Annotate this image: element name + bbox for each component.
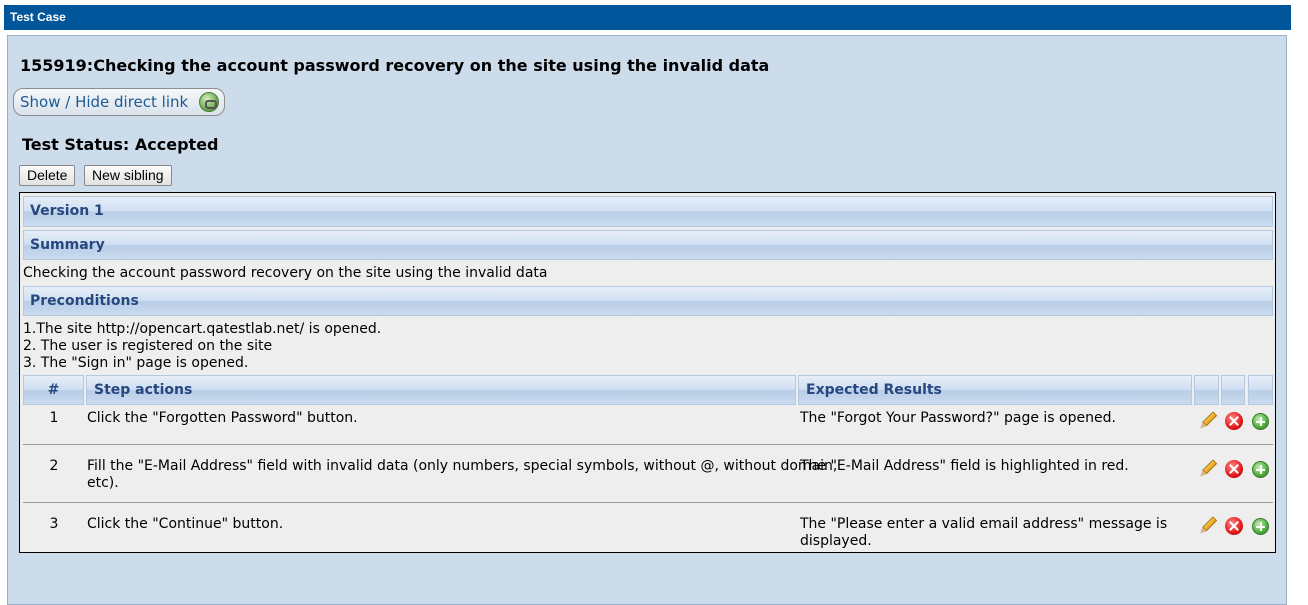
summary-header: Summary bbox=[23, 230, 1273, 260]
step-expected: The "Forgot Your Password?" page is open… bbox=[800, 410, 1116, 426]
step-expected-continued: displayed. bbox=[800, 533, 872, 549]
precondition-line: 3. The "Sign in" page is opened. bbox=[23, 355, 249, 371]
step-action: Click the "Forgotten Password" button. bbox=[87, 410, 358, 426]
window-title-bar: Test Case bbox=[4, 5, 1291, 30]
test-case-title: 155919:Checking the account password rec… bbox=[20, 56, 770, 75]
step-expected: The "Please enter a valid email address"… bbox=[800, 516, 1168, 532]
edit-step-pencil-icon[interactable] bbox=[1192, 454, 1223, 485]
step-action: Fill the "E-Mail Address" field with inv… bbox=[87, 458, 838, 474]
column-header-blank bbox=[1248, 375, 1273, 405]
test-status: Test Status: Accepted bbox=[22, 135, 219, 154]
add-step-icon[interactable] bbox=[1252, 413, 1269, 430]
column-header-blank bbox=[1194, 375, 1219, 405]
edit-step-pencil-icon[interactable] bbox=[1192, 406, 1223, 437]
column-header-step-actions: Step actions bbox=[86, 375, 796, 405]
row-divider bbox=[23, 502, 1273, 503]
summary-text: Checking the account password recovery o… bbox=[23, 265, 548, 281]
column-header-expected-results: Expected Results bbox=[798, 375, 1192, 405]
add-step-icon[interactable] bbox=[1252, 518, 1269, 535]
precondition-line: 2. The user is registered on the site bbox=[23, 338, 273, 354]
scroll-gutter bbox=[1291, 5, 1308, 595]
delete-step-icon[interactable] bbox=[1225, 517, 1243, 535]
edit-step-pencil-icon[interactable] bbox=[1192, 511, 1223, 542]
new-sibling-button[interactable]: New sibling bbox=[84, 165, 172, 186]
step-number: 3 bbox=[49, 516, 59, 532]
step-number: 2 bbox=[49, 458, 59, 474]
delete-button[interactable]: Delete bbox=[19, 165, 76, 186]
row-divider bbox=[23, 444, 1273, 445]
step-action: Click the "Continue" button. bbox=[87, 516, 284, 532]
delete-step-icon[interactable] bbox=[1225, 460, 1243, 478]
preconditions-header: Preconditions bbox=[23, 286, 1273, 316]
add-step-icon[interactable] bbox=[1252, 461, 1269, 478]
window-title: Test Case bbox=[10, 10, 66, 24]
show-hide-direct-link-button[interactable]: Show / Hide direct link bbox=[13, 88, 225, 116]
step-action-continued: etc). bbox=[87, 475, 119, 491]
test-case-details: Version 1 Summary Checking the account p… bbox=[19, 192, 1276, 553]
step-expected: The "E-Mail Address" field is highlighte… bbox=[800, 458, 1129, 474]
column-header-number: # bbox=[23, 375, 84, 405]
version-header[interactable]: Version 1 bbox=[23, 196, 1273, 227]
step-number: 1 bbox=[49, 410, 59, 426]
link-icon bbox=[199, 92, 219, 112]
column-header-blank bbox=[1221, 375, 1245, 405]
precondition-line: 1.The site http://opencart.qatestlab.net… bbox=[23, 321, 382, 337]
direct-link-label: Show / Hide direct link bbox=[20, 93, 189, 111]
delete-step-icon[interactable] bbox=[1225, 412, 1243, 430]
